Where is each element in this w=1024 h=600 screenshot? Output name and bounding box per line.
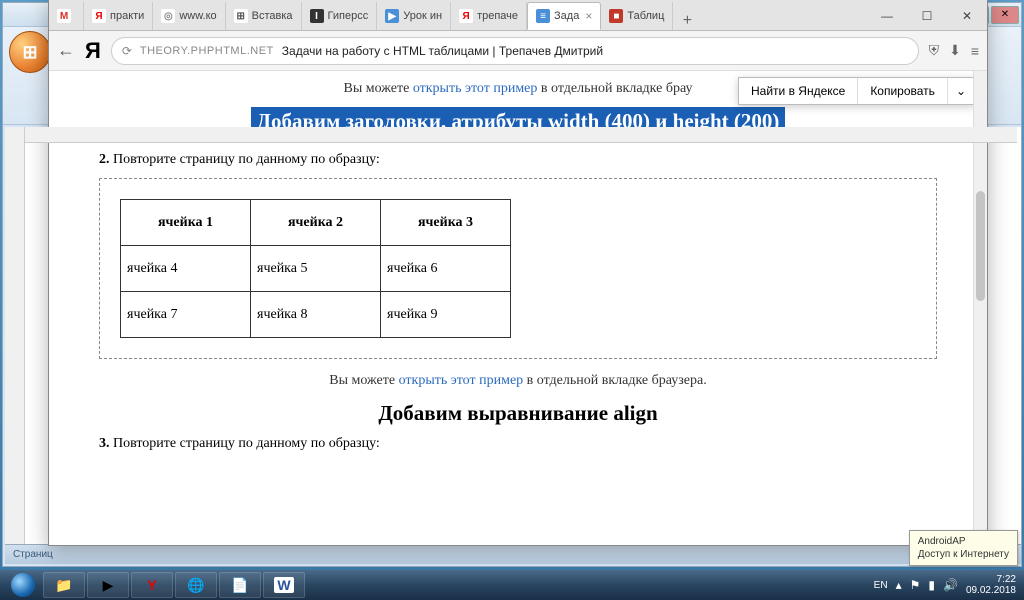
browser-close-button[interactable]: ✕ bbox=[947, 2, 987, 30]
task-3-text: 3. Повторите страницу по данному по обра… bbox=[99, 436, 937, 452]
task-explorer[interactable]: 📁 bbox=[43, 572, 85, 598]
example-box: ячейка 1ячейка 2ячейка 3 ячейка 4ячейка … bbox=[99, 178, 937, 359]
tab-label: Зада bbox=[554, 10, 579, 22]
system-tray: EN ▴ ⚑ ▮ 🔊 7:22 09.02.2018 bbox=[874, 574, 1020, 596]
tray-lang[interactable]: EN bbox=[874, 580, 888, 591]
url-title: Задачи на работу с HTML таблицами | Треп… bbox=[282, 44, 603, 58]
browser-window: M Япракти ◎ www.ко ⊞ Вставка I Гиперсс ▶ Урок ин Я… bbox=[48, 0, 988, 546]
browser-tab-0[interactable]: M bbox=[49, 2, 84, 30]
word-ruler-horizontal[interactable] bbox=[25, 127, 1017, 143]
table-header-cell: ячейка 3 bbox=[381, 200, 511, 246]
tab-favicon: ◎ bbox=[161, 9, 175, 23]
task-yandex[interactable]: Y bbox=[131, 572, 173, 598]
tab-favicon: ⊞ bbox=[234, 9, 248, 23]
tab-label: www.ко bbox=[179, 10, 216, 22]
table-header-cell: ячейка 1 bbox=[121, 200, 251, 246]
table-cell: ячейка 5 bbox=[251, 246, 381, 292]
tray-network-icon[interactable]: ▮ bbox=[928, 578, 935, 592]
status-pages: Страниц bbox=[13, 549, 53, 560]
open-example-link[interactable]: открыть этот пример bbox=[413, 81, 538, 96]
tab-label: Таблиц bbox=[627, 10, 664, 22]
tray-volume-icon[interactable]: 🔊 bbox=[943, 578, 958, 592]
table-header-cell: ячейка 2 bbox=[251, 200, 381, 246]
tab-label: Гиперсс bbox=[328, 10, 369, 22]
browser-tab-4[interactable]: I Гиперсс bbox=[302, 2, 378, 30]
tab-favicon: ■ bbox=[609, 9, 623, 23]
ctx-search-yandex[interactable]: Найти в Яндексе bbox=[739, 78, 858, 104]
refresh-icon[interactable]: ⟳ bbox=[122, 44, 132, 58]
table-cell: ячейка 6 bbox=[381, 246, 511, 292]
word-close-button[interactable]: ✕ bbox=[991, 6, 1019, 24]
tab-label: практи bbox=[110, 10, 144, 22]
example-table: ячейка 1ячейка 2ячейка 3 ячейка 4ячейка … bbox=[120, 199, 511, 338]
tab-label: Урок ин bbox=[403, 10, 442, 22]
office-button[interactable]: ⊞ bbox=[9, 31, 51, 73]
taskbar: 📁 ▶ Y 🌐 📄 W EN ▴ ⚑ ▮ 🔊 7:22 09.02.2018 bbox=[0, 570, 1024, 600]
yandex-logo[interactable]: Я bbox=[85, 38, 101, 64]
tab-label: трепаче bbox=[477, 10, 518, 22]
back-button[interactable]: ← bbox=[57, 40, 75, 61]
tab-favicon: ≡ bbox=[536, 9, 550, 23]
outro-text: Вы можете открыть этот пример в отдельно… bbox=[99, 373, 937, 389]
task-app[interactable]: 📄 bbox=[219, 572, 261, 598]
browser-tab-7[interactable]: ≡ Зада × bbox=[527, 2, 601, 30]
table-cell: ячейка 7 bbox=[121, 292, 251, 338]
desktop-background: — ❐ ✕ ⊞ Встави Буфер о Страниц MЯпракти◎… bbox=[0, 0, 1024, 570]
browser-minimize-button[interactable]: — bbox=[867, 2, 907, 30]
tab-favicon: Я bbox=[92, 9, 106, 23]
ctx-copy[interactable]: Копировать bbox=[858, 78, 948, 104]
section-heading-align: Добавим выравнивание align bbox=[99, 401, 937, 426]
task-word[interactable]: W bbox=[263, 572, 305, 598]
tray-chevron-icon[interactable]: ▴ bbox=[896, 578, 902, 592]
browser-tab-1[interactable]: Япракти bbox=[84, 2, 153, 30]
browser-tab-3[interactable]: ⊞ Вставка bbox=[226, 2, 302, 30]
ctx-more[interactable]: ⌄ bbox=[948, 78, 974, 104]
tray-clock[interactable]: 7:22 09.02.2018 bbox=[966, 574, 1020, 596]
task-2-text: 2. Повторите страницу по данному по обра… bbox=[99, 152, 937, 168]
tray-flag-icon[interactable]: ⚑ bbox=[910, 578, 921, 592]
shield-icon[interactable]: ⛨ bbox=[929, 42, 940, 59]
browser-maximize-button[interactable]: ☐ bbox=[907, 2, 947, 30]
open-example-link-2[interactable]: открыть этот пример bbox=[399, 373, 524, 388]
scroll-thumb[interactable] bbox=[976, 191, 985, 301]
tab-favicon: ▶ bbox=[385, 9, 399, 23]
task-mediaplayer[interactable]: ▶ bbox=[87, 572, 129, 598]
download-icon[interactable]: ⬇ bbox=[949, 42, 961, 59]
new-tab-button[interactable]: + bbox=[673, 12, 701, 30]
tab-close-icon[interactable]: × bbox=[585, 9, 592, 23]
browser-tab-2[interactable]: ◎ www.ко bbox=[153, 2, 225, 30]
tab-favicon: I bbox=[310, 9, 324, 23]
table-cell: ячейка 9 bbox=[381, 292, 511, 338]
table-cell: ячейка 8 bbox=[251, 292, 381, 338]
url-host: theory.phphtml.net bbox=[140, 45, 274, 57]
browser-tab-8[interactable]: ■ Таблиц bbox=[601, 2, 673, 30]
browser-tabstrip: M Япракти ◎ www.ко ⊞ Вставка I Гиперсс ▶ Урок ин Я… bbox=[49, 0, 987, 31]
tab-favicon: M bbox=[57, 9, 71, 23]
context-menu: Найти в Яндексе Копировать ⌄ bbox=[738, 77, 975, 105]
tab-label: Вставка bbox=[252, 10, 293, 22]
task-chrome[interactable]: 🌐 bbox=[175, 572, 217, 598]
browser-toolbar: ← Я ⟳ theory.phphtml.net Задачи на работ… bbox=[49, 31, 987, 71]
menu-icon[interactable]: ≡ bbox=[971, 43, 979, 59]
table-cell: ячейка 4 bbox=[121, 246, 251, 292]
browser-tab-6[interactable]: Ятрепаче bbox=[451, 2, 527, 30]
word-statusbar: Страниц bbox=[5, 544, 1021, 564]
network-tooltip: AndroidAP Доступ к Интернету bbox=[909, 530, 1018, 566]
tab-favicon: Я bbox=[459, 9, 473, 23]
start-button[interactable] bbox=[4, 572, 42, 598]
word-ruler-vertical[interactable] bbox=[5, 127, 25, 547]
browser-tab-5[interactable]: ▶ Урок ин bbox=[377, 2, 451, 30]
address-bar[interactable]: ⟳ theory.phphtml.net Задачи на работу с … bbox=[111, 37, 919, 65]
